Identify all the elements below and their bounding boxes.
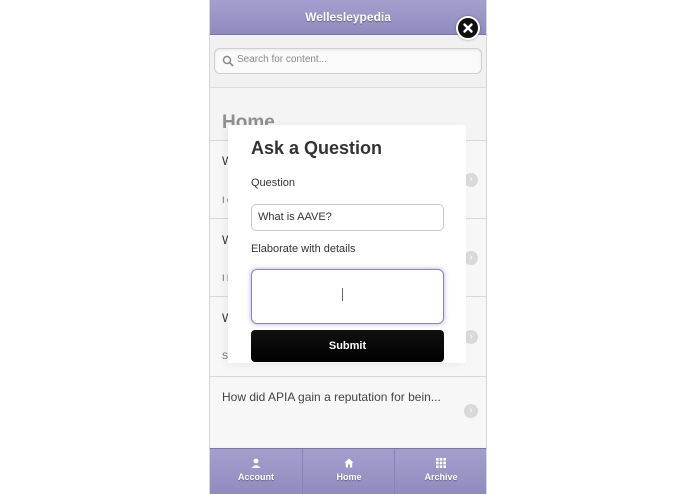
- app-header: Wellesleypedia: [210, 0, 486, 35]
- close-modal-button[interactable]: [456, 16, 480, 40]
- question-label: Question: [251, 177, 296, 189]
- bottom-nav: Account Home Archive: [210, 448, 486, 494]
- dialog-title: Ask a Question: [251, 138, 383, 158]
- details-textarea[interactable]: [251, 269, 444, 324]
- nav-home-button[interactable]: Home: [302, 449, 395, 494]
- text-cursor: [342, 288, 343, 301]
- details-label: Elaborate with details: [251, 243, 356, 255]
- chevron-right-icon: ›: [464, 404, 478, 418]
- list-item-title: How did APIA gain a reputation for bein.…: [222, 390, 441, 404]
- grid-icon: [436, 458, 446, 468]
- app-title: Wellesleypedia: [305, 10, 391, 24]
- person-icon: [251, 458, 261, 468]
- submit-button[interactable]: Submit: [251, 330, 444, 362]
- chevron-right-icon: ›: [464, 173, 478, 187]
- search-icon: [222, 55, 234, 67]
- nav-home-label: Home: [336, 472, 362, 482]
- question-input[interactable]: What is AAVE?: [251, 204, 444, 231]
- search-input[interactable]: Search for content...: [214, 48, 482, 74]
- ask-question-dialog: Ask a Question Question What is AAVE? El…: [228, 125, 466, 363]
- nav-archive-label: Archive: [424, 472, 458, 482]
- list-item[interactable]: How did APIA gain a reputation for bein.…: [210, 376, 486, 447]
- search-bar: Search for content...: [210, 35, 486, 88]
- question-value: What is AAVE?: [258, 211, 332, 223]
- nav-account-label: Account: [238, 472, 274, 482]
- home-icon: [344, 458, 354, 468]
- chevron-right-icon: ›: [464, 330, 478, 344]
- search-placeholder: Search for content...: [237, 54, 328, 65]
- nav-archive-button[interactable]: Archive: [394, 449, 486, 494]
- close-icon: [463, 23, 473, 33]
- nav-account-button[interactable]: Account: [210, 449, 302, 494]
- chevron-right-icon: ›: [464, 251, 478, 265]
